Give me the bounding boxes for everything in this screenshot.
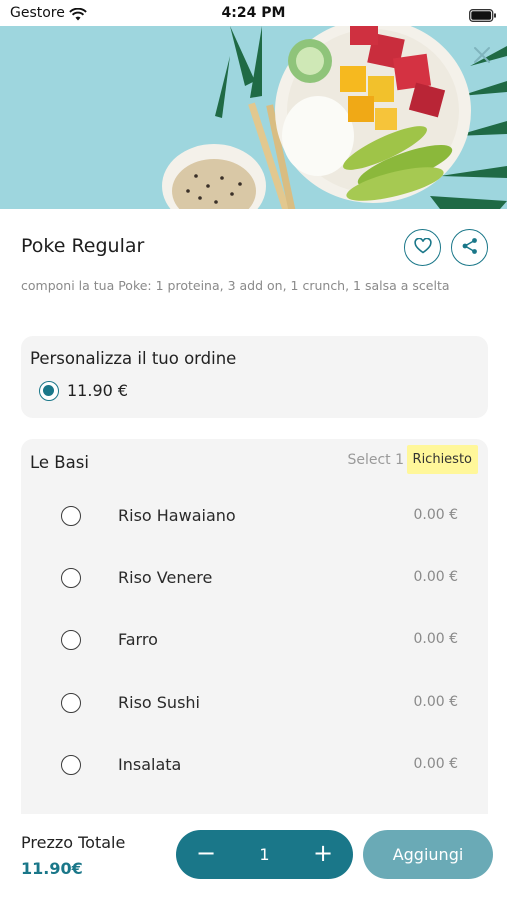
- base-option[interactable]: Insalata 0.00 €: [21, 745, 488, 785]
- add-button[interactable]: Aggiungi: [363, 830, 493, 879]
- decrease-button[interactable]: −: [178, 830, 234, 879]
- customize-title: Personalizza il tuo ordine: [30, 349, 237, 368]
- product-description: componi la tua Poke: 1 proteina, 3 add o…: [21, 278, 450, 293]
- radio-icon[interactable]: [61, 506, 81, 526]
- customize-card: Personalizza il tuo ordine 11.90 €: [21, 336, 488, 418]
- required-badge: Richiesto: [406, 445, 478, 474]
- option-price: 0.00 €: [413, 756, 458, 772]
- price-radio-selected[interactable]: [39, 381, 59, 401]
- radio-icon[interactable]: [61, 568, 81, 588]
- option-name: Riso Hawaiano: [118, 506, 236, 525]
- base-option[interactable]: Riso Hawaiano 0.00 €: [21, 496, 488, 536]
- radio-icon[interactable]: [61, 693, 81, 713]
- base-option[interactable]: Riso Sushi 0.00 €: [21, 683, 488, 723]
- close-icon[interactable]: [471, 44, 493, 66]
- base-option[interactable]: Riso Venere 0.00 €: [21, 558, 488, 598]
- heart-icon: [413, 237, 432, 258]
- option-price: 0.00 €: [413, 569, 458, 585]
- battery-icon: [469, 7, 497, 26]
- total-value: 11.90€: [21, 859, 83, 878]
- favorite-button[interactable]: [404, 229, 441, 266]
- bases-card: Le Basi Select 1 Richiesto Riso Hawaiano…: [21, 439, 488, 839]
- product-title: Poke Regular: [21, 235, 145, 257]
- quantity-stepper: − 1 +: [176, 830, 353, 879]
- option-name: Insalata: [118, 755, 182, 774]
- option-name: Farro: [118, 630, 158, 649]
- product-image: [0, 26, 507, 209]
- selected-price: 11.90 €: [67, 381, 129, 400]
- option-price: 0.00 €: [413, 694, 458, 710]
- share-icon: [461, 237, 479, 259]
- bottom-bar: Prezzo Totale 11.90€ − 1 + Aggiungi: [0, 814, 507, 900]
- option-price: 0.00 €: [413, 507, 458, 523]
- share-button[interactable]: [451, 229, 488, 266]
- increase-button[interactable]: +: [295, 830, 351, 879]
- option-name: Riso Sushi: [118, 693, 200, 712]
- clock: 4:24 PM: [221, 5, 286, 21]
- total-label: Prezzo Totale: [21, 833, 126, 852]
- radio-icon[interactable]: [61, 755, 81, 775]
- option-price: 0.00 €: [413, 631, 458, 647]
- option-name: Riso Venere: [118, 568, 213, 587]
- status-bar: Gestore 4:24 PM: [0, 0, 507, 26]
- quantity-value: 1: [259, 845, 270, 864]
- bases-title: Le Basi: [30, 453, 89, 472]
- base-option[interactable]: Farro 0.00 €: [21, 620, 488, 660]
- radio-icon[interactable]: [61, 630, 81, 650]
- select-hint: Select 1: [347, 452, 404, 468]
